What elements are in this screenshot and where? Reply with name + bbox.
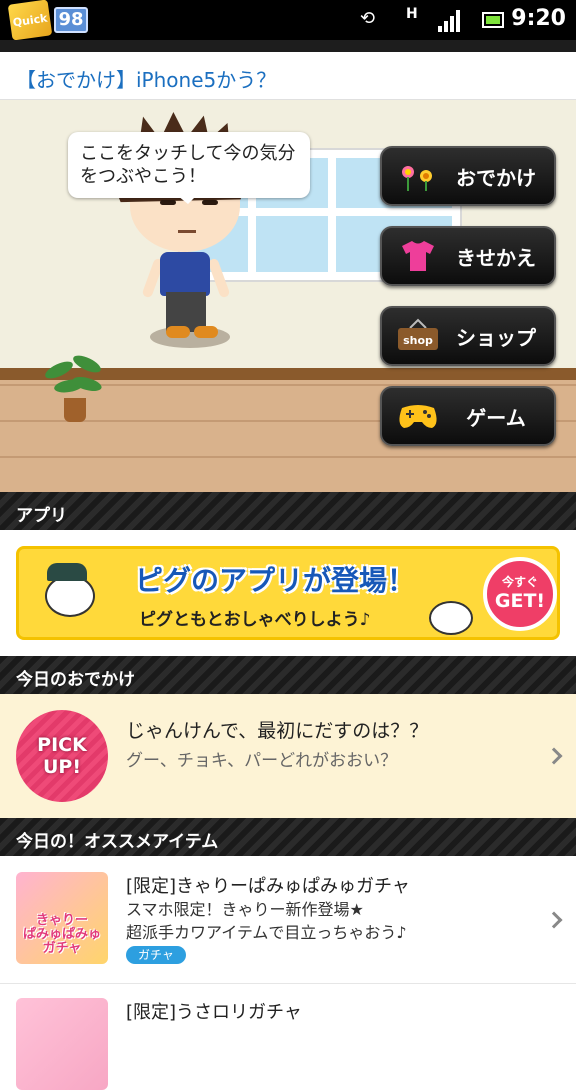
rotation-lock-icon: ⟲ [360,8,376,29]
status-bar: Quick 98 ⟲ H 9:20 [0,0,576,41]
chevron-right-icon [545,747,563,765]
section-title-today-outing: 今日のおでかけ [16,670,135,690]
dress-up-label: きせかえ [456,245,536,270]
outing-label: おでかけ [456,165,536,190]
shop-button[interactable]: shop ショップ [380,306,556,366]
banner-subtitle: ピグともとおしゃべりしよう♪ [139,610,371,630]
network-type-icon: H [406,6,418,22]
section-header-app: アプリ [0,492,576,530]
signal-strength-icon [438,10,464,32]
item-name: [限定]きゃりーぱみゅぱみゅガチャ [126,876,410,897]
banner-title: ピグのアプリが登場！ [135,564,416,597]
cta-bottom-text: GET! [494,590,546,612]
section-header-recommended-items: 今日の！オススメアイテム [0,818,576,856]
pig-illustration [429,601,473,635]
header-strip [0,40,576,52]
game-label: ゲーム [466,405,526,430]
status-speech-bubble[interactable]: ここをタッチして今の気分をつぶやこう！ [68,132,310,204]
item-thumbnail: きゃりー ぱみゅぱみゅ ガチャ [16,872,108,964]
flowers-icon [396,158,440,194]
cta-top-text: 今すぐ [501,575,538,589]
outing-button[interactable]: おでかけ [380,146,556,206]
outing-subtext: グー、チョキ、パーどれがおおい？ [126,751,398,771]
quick-app-icon[interactable]: Quick [7,0,53,41]
topic-link[interactable]: 【おでかけ】iPhone5かう？ [0,52,576,100]
item-thumbnail [16,998,108,1090]
outing-question: じゃんけんで、最初にだすのは？？ [126,720,429,742]
gamepad-icon [396,398,440,434]
chevron-right-icon [545,911,563,929]
clock: 9:20 [511,6,566,31]
shop-label: ショップ [456,325,536,350]
app-icon-label: Quick [11,11,49,29]
app-promo-banner[interactable]: ピグのアプリが登場！ ピグともとおしゃべりしよう♪ 今すぐ GET! [16,546,560,640]
svg-text:shop: shop [403,334,433,347]
tshirt-icon [396,238,440,274]
topic-text: 【おでかけ】iPhone5かう？ [16,68,277,92]
notification-count-badge[interactable]: 98 [54,7,88,33]
mascot-illustration [33,559,103,635]
shop-sign-icon: shop [396,318,440,354]
pick-up-badge: PICK UP! [16,710,108,802]
outing-pickup-item[interactable]: PICK UP! じゃんけんで、最初にだすのは？？ グー、チョキ、パーどれがおおい… [0,694,576,818]
game-button[interactable]: ゲーム [380,386,556,446]
list-item[interactable]: きゃりー ぱみゅぱみゅ ガチャ [限定]きゃりーぱみゅぱみゅガチャ スマホ限定！きゃ… [0,856,576,984]
potted-plant [42,350,104,425]
list-item[interactable]: [限定]うさロリガチャ [0,984,576,1090]
item-category-tag: ガチャ [126,946,186,964]
section-title-app: アプリ [16,506,67,526]
item-name: [限定]うさロリガチャ [126,1002,302,1023]
battery-icon [482,12,504,28]
dress-up-button[interactable]: きせかえ [380,226,556,286]
get-now-button[interactable]: 今すぐ GET! [483,557,557,631]
section-header-today-outing: 今日のおでかけ [0,656,576,694]
item-description: スマホ限定！きゃりー新作登場★ 超派手カワアイテムで目立っちゃおう♪ [126,900,407,942]
section-title-recommended-items: 今日の！オススメアイテム [16,832,219,852]
